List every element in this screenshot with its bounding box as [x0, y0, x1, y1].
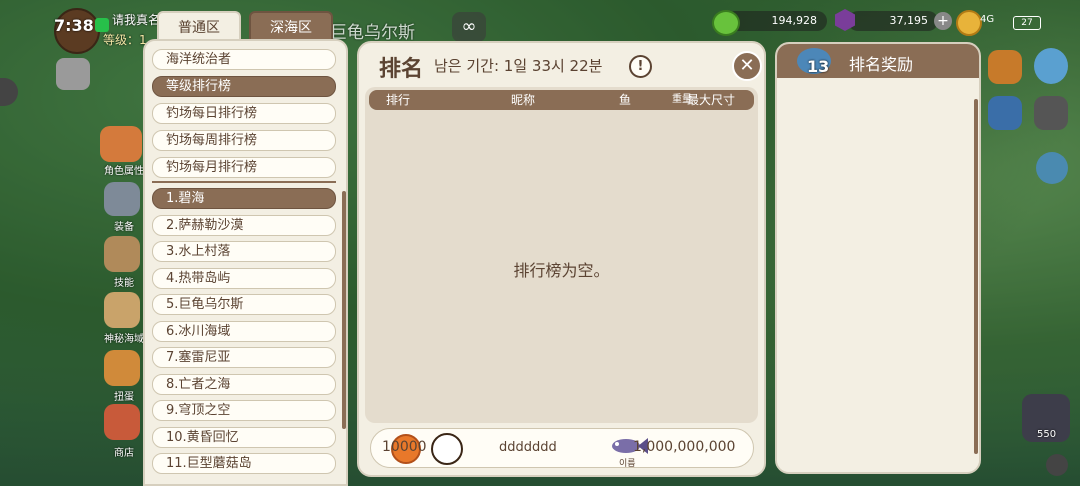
- infinity-icon[interactable]: ∞: [452, 12, 486, 42]
- rewards-scrollbar[interactable]: [974, 99, 978, 454]
- side-label-gacha: 扭蛋: [114, 392, 134, 403]
- rewards-panel: 13 排名奖励: [775, 42, 981, 474]
- location-item[interactable]: 6.冰川海域: [152, 321, 336, 342]
- col-fish: 鱼: [619, 93, 632, 107]
- location-item[interactable]: 11.巨型蘑菇岛: [152, 453, 336, 474]
- menu-monthly-ranking[interactable]: 钓场每月排行榜: [152, 157, 336, 178]
- player-level: 等级：1: [103, 33, 147, 47]
- energy-icon[interactable]: [988, 96, 1022, 130]
- ranking-title: 排名: [379, 57, 424, 82]
- coin-icon: [956, 10, 982, 36]
- hearts-counter: 194,928: [725, 11, 827, 31]
- ranking-list-header: 排行 昵称 鱼 重量 最大尺寸: [369, 90, 754, 110]
- tap-icon[interactable]: [1036, 152, 1068, 184]
- category-scrollbar[interactable]: [342, 191, 346, 429]
- location-item[interactable]: 2.萨赫勒沙漠: [152, 215, 336, 236]
- location-item[interactable]: 3.水上村落: [152, 241, 336, 262]
- info-icon[interactable]: !: [629, 55, 652, 78]
- side-label-mystery: 神秘海域: [104, 334, 144, 345]
- ranking-panel: 排名 남은 기간: 1일 33시 22분 ! ✕ 排行 昵称 鱼 重量 最大尺寸…: [357, 41, 766, 477]
- location-item[interactable]: 1.碧海: [152, 188, 336, 209]
- col-nickname: 昵称: [511, 93, 536, 107]
- fish-name: 이름: [619, 459, 636, 469]
- side-label-equipment: 装备: [114, 222, 134, 233]
- col-max-size: 最大尺寸: [687, 93, 736, 107]
- menu-weekly-ranking[interactable]: 钓场每周排行榜: [152, 130, 336, 151]
- reward-badge-count: 13: [807, 57, 830, 76]
- gacha-icon[interactable]: [104, 350, 140, 386]
- ranking-category-panel: 海洋统治者 等级排行榜 钓场每日排行榜 钓场每周排行榜 钓场每月排行榜 1.碧海…: [143, 39, 348, 486]
- remaining-period: 남은 기간: 1일 33시 22분: [434, 57, 603, 75]
- location-item[interactable]: 8.亡者之海: [152, 374, 336, 395]
- location-item[interactable]: 9.穹顶之空: [152, 400, 336, 421]
- location-item[interactable]: 4.热带岛屿: [152, 268, 336, 289]
- menu-daily-ranking[interactable]: 钓场每日排行榜: [152, 103, 336, 124]
- region-name: 巨龟乌尔斯: [330, 23, 415, 43]
- my-nickname: ddddddd: [499, 440, 557, 455]
- rewards-title: 排名奖励: [849, 55, 914, 74]
- network-status: 4G: [980, 14, 995, 25]
- cat-pet-icon[interactable]: [56, 58, 90, 90]
- my-ranking-row: 10000 ddddddd 이름 1,000,000,000: [370, 428, 754, 469]
- empty-message: 排行榜为空。: [513, 261, 610, 280]
- battery-indicator: 27: [1013, 16, 1041, 30]
- side-label-skills: 技能: [114, 278, 134, 289]
- rewards-list: [777, 78, 979, 472]
- menu-icon[interactable]: [1034, 96, 1068, 130]
- character-icon[interactable]: [100, 126, 142, 162]
- quest-book-icon[interactable]: [988, 50, 1022, 84]
- menu-level-ranking[interactable]: 等级排行榜: [152, 76, 336, 97]
- menu-divider: [152, 181, 336, 183]
- shop-icon[interactable]: [104, 404, 140, 440]
- col-rank: 排行: [386, 93, 411, 107]
- side-label-shop: 商店: [114, 448, 134, 459]
- fish-bowl-icon[interactable]: [1034, 48, 1068, 84]
- ranking-list: 排行 昵称 鱼 重量 最大尺寸 排行榜为空。: [365, 87, 758, 423]
- mystery-sea-icon[interactable]: [104, 292, 140, 328]
- add-gems-button[interactable]: +: [934, 12, 952, 30]
- my-avatar: [431, 433, 463, 465]
- close-button[interactable]: ✕: [732, 51, 762, 81]
- gem-shortcut-count: 550: [1037, 429, 1057, 440]
- location-item[interactable]: 5.巨龟乌尔斯: [152, 294, 336, 315]
- gems-counter: 37,195: [848, 11, 938, 31]
- player-name: 请我真名: [112, 13, 161, 27]
- menu-ocean-ruler[interactable]: 海洋统治者: [152, 49, 336, 70]
- location-item[interactable]: 7.塞雷尼亚: [152, 347, 336, 368]
- equipment-icon[interactable]: [104, 182, 140, 216]
- chat-icon[interactable]: [1046, 454, 1068, 476]
- clock: 7:38: [54, 16, 94, 35]
- location-item[interactable]: 10.黄昏回忆: [152, 427, 336, 448]
- heart-icon: [712, 10, 740, 36]
- side-label-character: 角色属性: [104, 166, 144, 177]
- my-rank: 10000: [382, 439, 427, 455]
- skills-icon[interactable]: [104, 236, 140, 272]
- wechat-icon: [95, 18, 109, 32]
- my-score: 1,000,000,000: [633, 439, 736, 455]
